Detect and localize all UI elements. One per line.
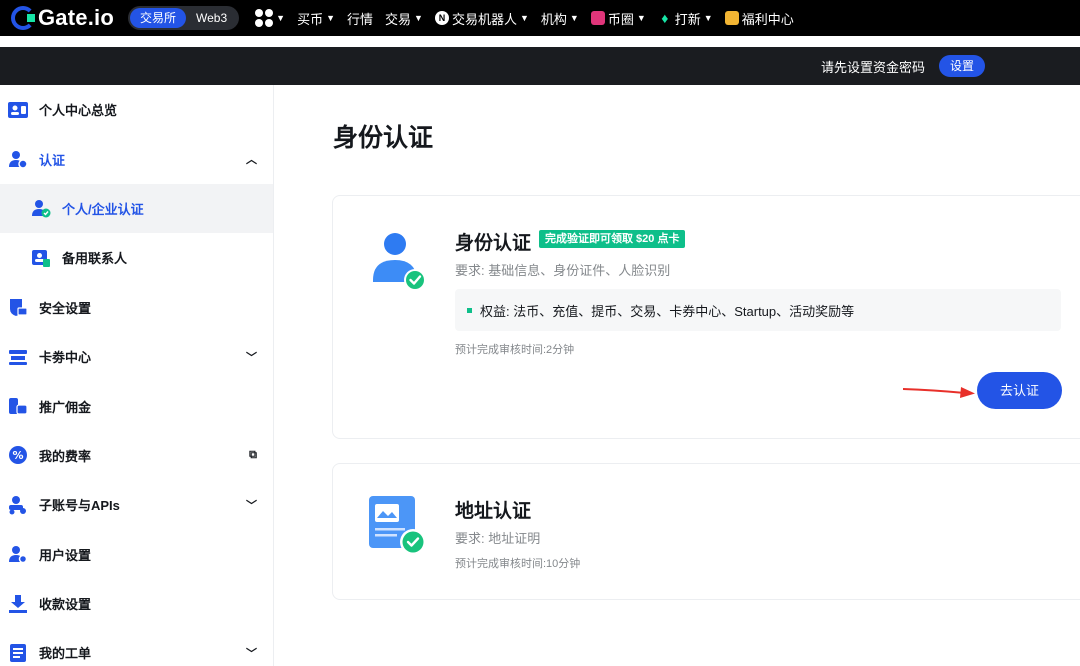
chevron-down-icon: ▼ [519,13,529,23]
nav-crypto-circle[interactable]: 币圈 ▼ [590,9,646,28]
sidebar-item-security[interactable]: 安全设置 [0,283,273,332]
sidebar-item-my-tickets[interactable]: 我的工单 ﹀ [0,628,273,666]
chevron-down-icon[interactable]: ﹀ [246,497,257,513]
percent-icon: % [8,445,28,465]
ticket-list-icon [8,643,28,663]
sidebar-item-coupon-center[interactable]: 卡劵中心 ﹀ [0,332,273,381]
nav-trade[interactable]: 交易 ▼ [385,9,423,28]
user-check-icon [31,198,51,218]
sidebar-item-personal-business-verification[interactable]: 个人/企业认证 [0,183,273,234]
address-eta: 预计完成审核时间:10分钟 [455,558,581,570]
logo-text: Gate.io [38,5,114,30]
gift-icon [724,11,739,25]
bullet-icon [467,307,472,313]
mode-exchange[interactable]: 交易所 [129,8,186,28]
chevron-down-icon: ▼ [569,13,579,23]
chevron-down-icon: ▼ [414,13,423,23]
nav-institutional[interactable]: 机构 ▼ [541,9,579,28]
sidebar-item-referral[interactable]: 推广佣金 [0,381,273,430]
sidebar-item-payment-settings[interactable]: 收款设置 [0,579,273,628]
top-nav: Gate.io 交易所 Web3 ▼ 买币 ▼ 行情 交易 ▼ N 交易机器人 ▼ 机构… [0,0,1080,36]
chart-icon [590,11,605,25]
go-verify-button[interactable]: 去认证 [977,372,1062,409]
address-card-title: 地址认证 [455,501,532,522]
mode-web3[interactable]: Web3 [186,8,237,28]
apps-grid-icon[interactable] [255,9,274,27]
logo[interactable]: Gate.io [11,0,114,36]
reward-badge: 完成验证即可领取 $20 点卡 [539,230,686,248]
nav-markets[interactable]: 行情 [347,9,373,28]
fund-password-bar: 请先设置资金密码 设置 [0,47,1080,85]
wallet-icon [8,396,28,416]
sidebar-item-verification[interactable]: 认证 ︿ [0,134,273,183]
address-document-icon [369,496,431,567]
sidebar-item-user-settings[interactable]: 用户设置 [0,530,273,579]
benefits-text: 权益: 法币、充值、提币、交易、卡券中心、Startup、活动奖励等 [480,303,855,319]
chevron-down-icon[interactable]: ﹀ [246,645,257,661]
chevron-down-icon[interactable]: ﹀ [246,349,257,365]
identity-eta: 预计完成审核时间:2分钟 [455,344,575,356]
set-fund-password-button[interactable]: 设置 [938,55,985,77]
id-card-icon [8,100,28,120]
sidebar: 个人中心总览 认证 ︿ 个人/企业认证 备用联系人 安全设置 卡劵中心 ﹀ 推广… [0,85,274,666]
nav-trading-bot[interactable]: N 交易机器人 ▼ [434,9,529,28]
user-verified-icon [369,230,431,297]
subaccount-icon [8,495,28,515]
chevron-down-icon: ▼ [703,13,713,23]
sidebar-item-fee-rate[interactable]: % 我的费率 ⧉ [0,431,273,480]
user-gear-icon [8,544,28,564]
contact-card-icon [31,248,51,268]
nav-buy-crypto[interactable]: 买币 ▼ [297,9,335,28]
bot-icon: N [434,11,449,25]
annotation-arrow-icon [903,387,975,398]
ticket-icon [8,347,28,367]
external-link-icon[interactable]: ⧉ [249,449,257,462]
sidebar-item-overview[interactable]: 个人中心总览 [0,85,273,134]
benefits-box: 权益: 法币、充值、提币、交易、卡券中心、Startup、活动奖励等 [455,289,1061,331]
address-requirement: 要求: 地址证明 [455,531,541,546]
user-shield-icon [8,149,28,169]
identity-card-title: 身份认证 [455,233,532,254]
sidebar-item-subaccount-apis[interactable]: 子账号与APIs ﹀ [0,480,273,529]
identity-requirement: 要求: 基础信息、身份证件、人脸识别 [455,263,671,278]
fund-password-notice: 请先设置资金密码 [820,59,925,75]
flame-icon: ♦ [661,10,669,26]
lock-icon [8,297,28,317]
chevron-down-icon: ▼ [276,13,286,23]
mode-switch[interactable]: 交易所 Web3 [127,6,240,30]
svg-text:%: % [12,449,23,462]
address-verification-card: 地址认证 要求: 地址证明 预计完成审核时间:10分钟 [332,463,1080,600]
chevron-up-icon[interactable]: ︿ [246,151,257,167]
gate-logo-icon [11,6,35,30]
download-icon [8,594,28,614]
page-title: 身份认证 [333,124,434,152]
sidebar-item-backup-contact[interactable]: 备用联系人 [0,233,273,282]
chevron-down-icon: ▼ [636,13,646,23]
nav-rewards[interactable]: 福利中心 [724,9,794,28]
chevron-down-icon: ▼ [326,13,335,23]
nav-launchpad[interactable]: ♦ 打新 ▼ [658,9,713,28]
